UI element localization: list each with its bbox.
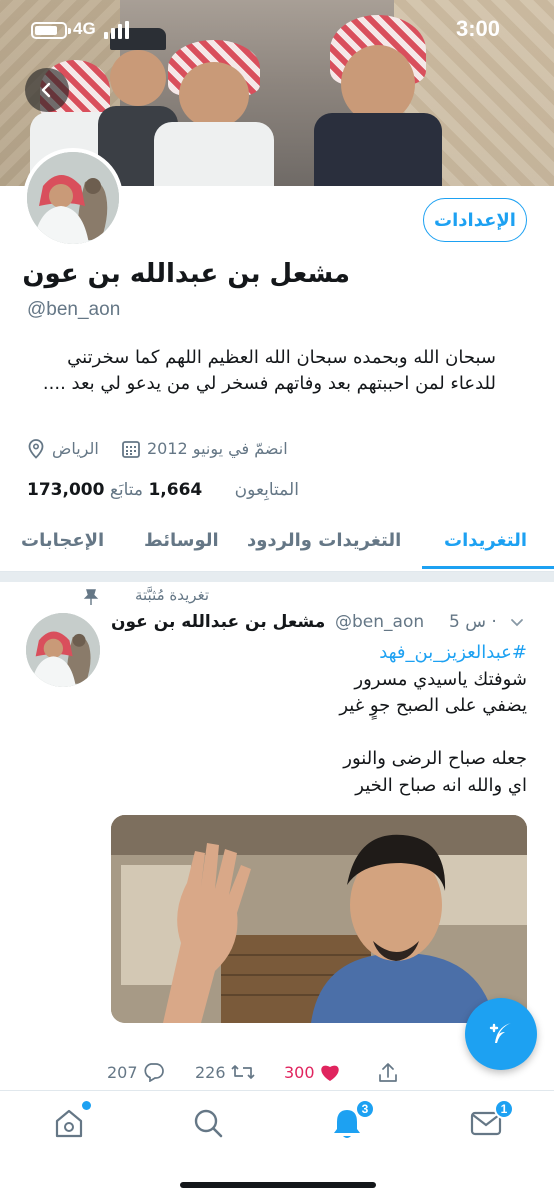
battery-icon xyxy=(31,22,71,39)
share-button[interactable] xyxy=(377,1062,399,1084)
profile-avatar[interactable] xyxy=(23,148,123,248)
notifications-badge: 3 xyxy=(355,1099,375,1119)
tweet-author-name[interactable]: مشعل بن عبدالله بن عون xyxy=(111,612,325,632)
profile-stats: 173,000 المتابِعون 1,664 متابَع xyxy=(27,480,299,500)
tweet-time: 5 س · xyxy=(449,612,497,632)
profile-tabs: الإعجابات الوسائط التغريدات والردود التغ… xyxy=(0,518,554,572)
messages-badge: 1 xyxy=(494,1099,514,1119)
signal-icon xyxy=(104,21,130,39)
tweet-hashtag[interactable]: #عبدالعزيز_بن_فهد xyxy=(117,640,527,667)
like-button[interactable]: 300 xyxy=(284,1062,341,1082)
tab-tweets[interactable]: التغريدات xyxy=(444,530,527,551)
tab-media[interactable]: الوسائط xyxy=(144,530,219,551)
compose-tweet-button[interactable] xyxy=(465,998,537,1070)
tweet-author-avatar[interactable] xyxy=(26,613,100,687)
clock: 3:00 xyxy=(456,16,501,41)
tweet-media-image[interactable] xyxy=(111,815,527,1023)
retweet-button[interactable]: 226 xyxy=(195,1062,256,1082)
section-divider xyxy=(0,572,554,582)
back-button[interactable] xyxy=(25,68,69,112)
tab-likes[interactable]: الإعجابات xyxy=(21,530,104,551)
calendar-icon xyxy=(121,439,141,460)
tweet-header: مشعل بن عبدالله بن عون @ben_aon 5 س · xyxy=(109,610,529,638)
search-icon xyxy=(194,1109,223,1138)
profile-bio: سبحان الله وبحمده سبحان الله العظيم الله… xyxy=(42,347,496,395)
tweet-line: شوفتك ياسيدي مسرور xyxy=(354,668,527,690)
pin-icon xyxy=(83,589,99,605)
active-tab-indicator xyxy=(422,566,554,569)
following-link[interactable]: 1,664 متابَع xyxy=(110,480,202,500)
home-new-indicator xyxy=(82,1101,91,1110)
home-indicator xyxy=(180,1182,376,1188)
location-pin-icon xyxy=(27,439,45,460)
tweet-actions: 207 226 300 xyxy=(107,1060,407,1088)
tweet-text: #عبدالعزيز_بن_فهد شوفتك ياسيدي مسرور يضف… xyxy=(117,640,527,799)
back-arrow-icon xyxy=(41,82,51,98)
retweet-count: 226 xyxy=(195,1062,226,1082)
nav-search[interactable] xyxy=(190,1105,226,1141)
compose-tweet-icon xyxy=(489,1023,511,1043)
nav-messages[interactable]: 1 xyxy=(468,1099,514,1141)
network-type: 4G xyxy=(73,19,96,38)
share-icon xyxy=(379,1063,397,1082)
nav-home[interactable] xyxy=(51,1101,91,1141)
profile-name: مشعل بن عبدالله بن عون xyxy=(22,259,350,289)
heart-icon xyxy=(320,1065,339,1081)
reply-button[interactable]: 207 xyxy=(107,1062,164,1082)
profile-location: الرياض xyxy=(52,439,99,458)
nav-notifications[interactable]: 3 xyxy=(329,1099,375,1141)
profile-joined: انضمّ في يونيو 2012 xyxy=(147,439,288,458)
reply-count: 207 xyxy=(107,1062,138,1082)
profile-handle: @ben_aon xyxy=(27,299,121,320)
tweet-line: جعله صباح الرضى والنور xyxy=(343,747,527,769)
tab-tweets-replies[interactable]: التغريدات والردود xyxy=(247,530,401,551)
settings-button[interactable]: الإعدادات xyxy=(423,198,527,242)
pinned-label: تغريدة مُثبَّتة xyxy=(134,586,209,604)
reply-icon xyxy=(143,1063,164,1082)
like-count: 300 xyxy=(284,1062,315,1082)
home-icon xyxy=(55,1109,83,1138)
tweet-line: يضفي على الصبح جوٍ غير xyxy=(339,695,527,717)
retweet-icon xyxy=(230,1065,255,1079)
tweet-line: اي والله انه صباح الخير xyxy=(355,774,527,796)
tweet-author-handle[interactable]: @ben_aon xyxy=(335,612,424,632)
chevron-down-icon[interactable] xyxy=(509,614,525,630)
status-bar: 4G 3:00 xyxy=(0,0,554,60)
